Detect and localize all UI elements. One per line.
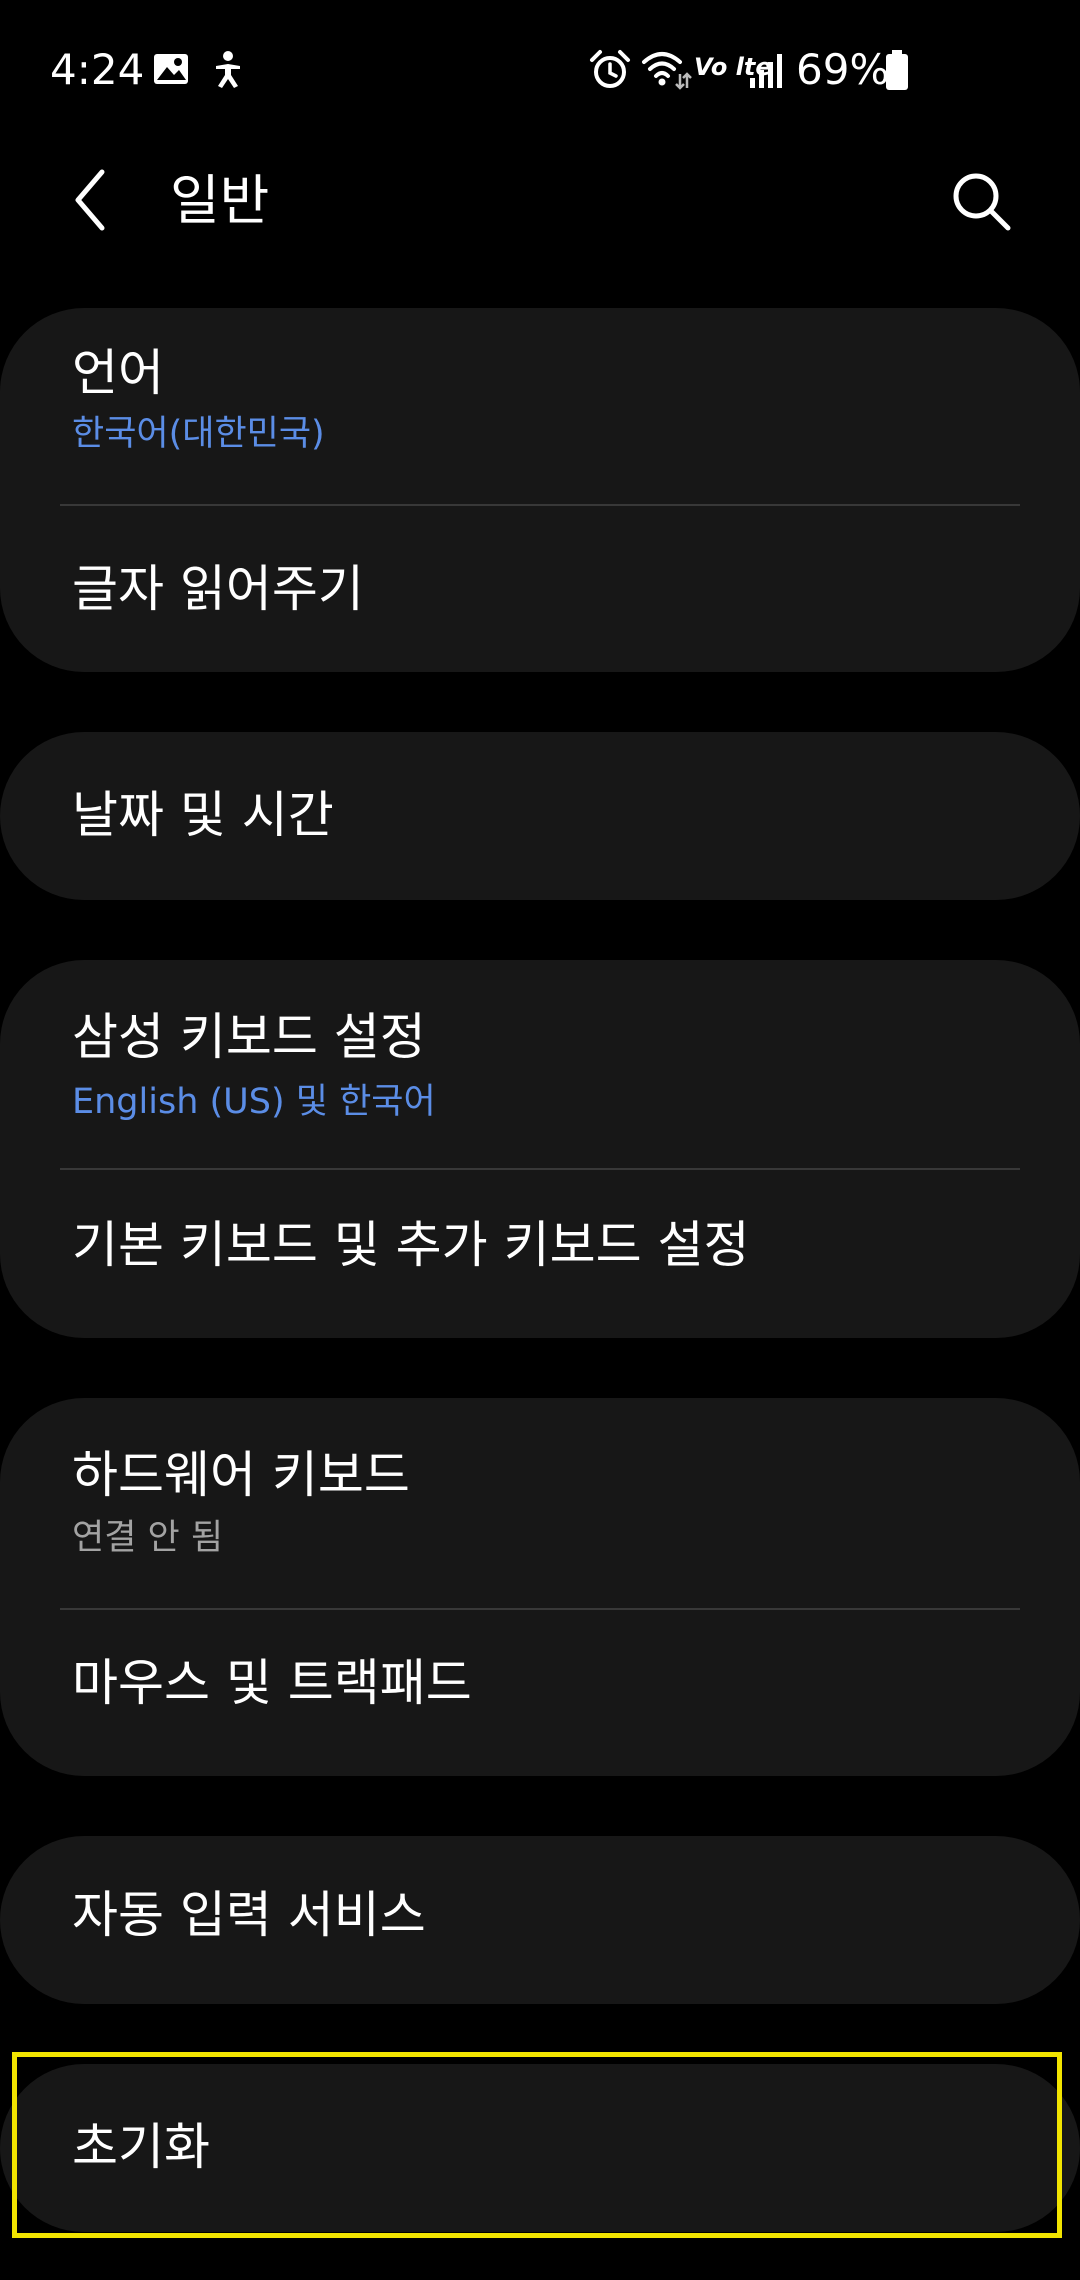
list-item-default-keyboard[interactable]: 기본 키보드 및 추가 키보드 설정 — [0, 1170, 1080, 1338]
settings-group-language: 언어 한국어(대한민국) 글자 읽어주기 — [0, 308, 1080, 672]
signal-icon — [750, 54, 782, 88]
settings-group-hardware: 하드웨어 키보드 연결 안 됨 마우스 및 트랙패드 — [0, 1398, 1080, 1776]
status-time: 4:24 — [50, 45, 145, 94]
list-item-title: 삼성 키보드 설정 — [72, 1008, 426, 1066]
list-item-subtitle: 한국어(대한민국) — [72, 414, 325, 454]
battery-icon — [886, 50, 908, 90]
list-item-title: 글자 읽어주기 — [72, 560, 364, 618]
back-arrow-icon[interactable] — [60, 162, 130, 238]
accessibility-icon — [216, 51, 240, 88]
list-item-title: 초기화 — [72, 2118, 210, 2176]
list-item-title: 언어 — [72, 344, 164, 402]
settings-group-reset: 초기화 — [0, 2064, 1080, 2232]
status-bar: 4:24 Vo lte 69% — [0, 0, 1080, 140]
list-item-subtitle: English (US) 및 한국어 — [72, 1082, 436, 1122]
list-item-title: 자동 입력 서비스 — [72, 1886, 426, 1944]
list-item-title: 기본 키보드 및 추가 키보드 설정 — [72, 1216, 750, 1274]
list-item-title: 날짜 및 시간 — [72, 786, 334, 844]
list-item-text-to-speech[interactable]: 글자 읽어주기 — [0, 506, 1080, 672]
battery-percent: 69% — [796, 45, 890, 94]
page-title: 일반 — [170, 169, 270, 232]
list-item-title: 하드웨어 키보드 — [72, 1446, 410, 1504]
list-item-samsung-keyboard[interactable]: 삼성 키보드 설정 English (US) 및 한국어 — [0, 960, 1080, 1168]
settings-group-keyboard: 삼성 키보드 설정 English (US) 및 한국어 기본 키보드 및 추가… — [0, 960, 1080, 1338]
gallery-icon — [154, 54, 188, 84]
app-bar: 일반 — [0, 140, 1080, 260]
list-item-autofill-service[interactable]: 자동 입력 서비스 — [0, 1836, 1080, 2004]
list-item-mouse-trackpad[interactable]: 마우스 및 트랙패드 — [0, 1610, 1080, 1776]
list-item-subtitle: 연결 안 됨 — [72, 1518, 224, 1558]
list-item-reset[interactable]: 초기화 — [0, 2064, 1080, 2232]
settings-group-date-time: 날짜 및 시간 — [0, 732, 1080, 900]
wifi-icon — [642, 52, 692, 90]
list-item-hardware-keyboard[interactable]: 하드웨어 키보드 연결 안 됨 — [0, 1398, 1080, 1608]
list-item-title: 마우스 및 트랙패드 — [72, 1654, 472, 1712]
search-icon[interactable] — [946, 166, 1016, 236]
list-item-language[interactable]: 언어 한국어(대한민국) — [0, 308, 1080, 504]
list-item-date-time[interactable]: 날짜 및 시간 — [0, 732, 1080, 900]
alarm-icon — [590, 50, 630, 88]
settings-group-autofill: 자동 입력 서비스 — [0, 1836, 1080, 2004]
